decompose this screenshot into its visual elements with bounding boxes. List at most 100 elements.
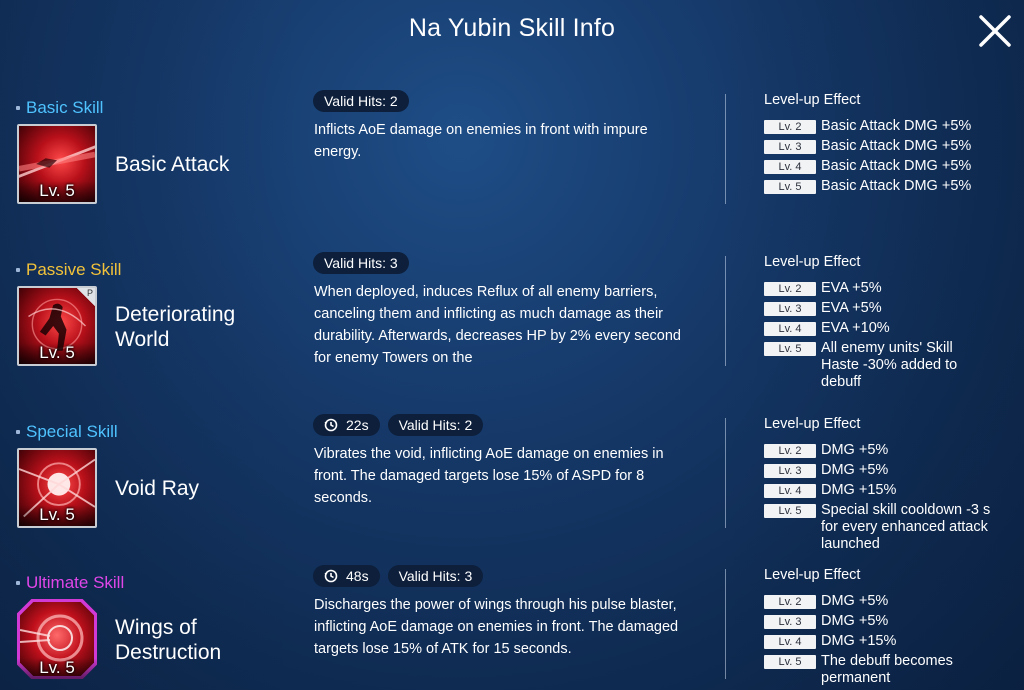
skill-level: Lv. 5	[19, 343, 95, 364]
effect-level-tag: Lv. 3	[764, 464, 816, 478]
skill-description[interactable]: When deployed, induces Reflux of all ene…	[314, 281, 694, 369]
effect-level-tag: Lv. 4	[764, 322, 816, 336]
effect-row: Lv. 3 Basic Attack DMG +5%	[764, 138, 1014, 155]
effect-text: DMG +5%	[821, 442, 889, 458]
level-up-heading: Level-up Effect	[764, 416, 861, 432]
page-title: Na Yubin Skill Info	[408, 14, 616, 42]
level-up-heading: Level-up Effect	[764, 567, 861, 583]
effect-row: Lv. 2 DMG +5%	[764, 442, 1014, 459]
level-up-effects: Lv. 2 EVA +5% Lv. 3 EVA +5% Lv. 4 EVA +10% …	[764, 280, 1014, 394]
level-up-effects: Lv. 2 Basic Attack DMG +5% Lv. 3 Basic Att…	[764, 118, 1014, 198]
effect-text: Basic Attack DMG +5%	[821, 138, 972, 154]
effect-level-tag: Lv. 5	[764, 342, 816, 356]
cooldown-pill: 22s	[313, 414, 380, 436]
divider	[725, 94, 726, 204]
effect-text: DMG +5%	[821, 593, 889, 609]
effect-level-tag: Lv. 4	[764, 160, 816, 174]
skill-level: Lv. 5	[19, 181, 95, 202]
effect-level-tag: Lv. 3	[764, 615, 816, 629]
effect-level-tag: Lv. 4	[764, 484, 816, 498]
effect-row: Lv. 4 DMG +15%	[764, 482, 1014, 499]
effect-text: DMG +15%	[821, 633, 897, 649]
effect-row: Lv. 3 EVA +5%	[764, 300, 1014, 317]
effect-text: EVA +10%	[821, 320, 890, 336]
cooldown-value: 48s	[346, 568, 369, 584]
valid-hits-pill: Valid Hits: 3	[313, 252, 409, 274]
divider	[725, 418, 726, 528]
effect-text: Basic Attack DMG +5%	[821, 178, 972, 194]
bullet-icon	[16, 581, 20, 585]
skill-name: Deteriorating World	[115, 303, 236, 351]
close-button[interactable]	[976, 12, 1014, 50]
effect-level-tag: Lv. 2	[764, 120, 816, 134]
effect-level-tag: Lv. 2	[764, 444, 816, 458]
cooldown-clock-icon	[324, 569, 338, 583]
effect-row: Lv. 2 DMG +5%	[764, 593, 1014, 610]
cooldown-pill: 48s	[313, 565, 380, 587]
effect-row: Lv. 4 Basic Attack DMG +5%	[764, 158, 1014, 175]
skill-category: Basic Skill	[16, 98, 103, 118]
skill-icon[interactable]: P Lv. 5	[17, 286, 97, 366]
effect-row: Lv. 3 DMG +5%	[764, 613, 1014, 630]
skill-icon[interactable]: Lv. 5	[17, 124, 97, 204]
skill-stats: Valid Hits: 3	[313, 252, 409, 274]
effect-level-tag: Lv. 5	[764, 504, 816, 518]
level-up-effects: Lv. 2 DMG +5% Lv. 3 DMG +5% Lv. 4 DMG +15% …	[764, 442, 1014, 556]
skill-description: Vibrates the void, inflicting AoE damage…	[314, 446, 664, 506]
effect-row: Lv. 5 Basic Attack DMG +5%	[764, 178, 1014, 195]
effect-text: DMG +5%	[821, 613, 889, 629]
skill-stats: Valid Hits: 2	[313, 90, 409, 112]
effect-level-tag: Lv. 2	[764, 595, 816, 609]
effect-text: Basic Attack DMG +5%	[821, 118, 972, 134]
effect-row: Lv. 5 All enemy units' Skill Haste -30% a…	[764, 340, 1014, 391]
skill-stats: 22s Valid Hits: 2	[313, 414, 484, 436]
effect-row: Lv. 4 EVA +10%	[764, 320, 1014, 337]
level-up-effects: Lv. 2 DMG +5% Lv. 3 DMG +5% Lv. 4 DMG +15% …	[764, 593, 1014, 690]
level-up-heading: Level-up Effect	[764, 92, 861, 108]
skill-category-label: Basic Skill	[26, 98, 104, 117]
skill-name: Wings of Destruction	[115, 616, 222, 664]
effect-level-tag: Lv. 5	[764, 655, 816, 669]
effect-text: The debuff becomes permanent	[821, 653, 953, 686]
cooldown-value: 22s	[346, 417, 369, 433]
divider	[725, 256, 726, 366]
cooldown-clock-icon	[324, 418, 338, 432]
effect-text: EVA +5%	[821, 280, 882, 296]
skill-level: Lv. 5	[19, 505, 95, 526]
valid-hits-pill: Valid Hits: 2	[313, 90, 409, 112]
effect-level-tag: Lv. 4	[764, 635, 816, 649]
skill-category: Passive Skill	[16, 260, 121, 280]
effect-text: Special skill cooldown -3 s for every en…	[821, 502, 991, 552]
valid-hits-pill: Valid Hits: 2	[387, 414, 484, 436]
effect-row: Lv. 4 DMG +15%	[764, 633, 1014, 650]
skill-name: Basic Attack	[115, 153, 230, 176]
effect-level-tag: Lv. 5	[764, 180, 816, 194]
skill-category-label: Special Skill	[26, 422, 118, 441]
skill-description: Inflicts AoE damage on enemies in front …	[314, 122, 648, 160]
skill-icon[interactable]: Lv. 5	[17, 599, 97, 679]
effect-row: Lv. 5 The debuff becomes permanent	[764, 653, 1014, 687]
effect-row: Lv. 2 EVA +5%	[764, 280, 1014, 297]
passive-badge: P	[77, 288, 95, 306]
divider	[725, 569, 726, 679]
skill-category-label: Passive Skill	[26, 260, 122, 279]
skill-category: Ultimate Skill	[16, 573, 124, 593]
effect-text: All enemy units' Skill Haste -30% added …	[821, 340, 958, 390]
effect-text: DMG +5%	[821, 462, 889, 478]
bullet-icon	[16, 430, 20, 434]
skill-name: Void Ray	[115, 477, 200, 500]
passive-badge-label: P	[86, 288, 93, 298]
effect-level-tag: Lv. 2	[764, 282, 816, 296]
skill-category: Special Skill	[16, 422, 118, 442]
effect-level-tag: Lv. 3	[764, 302, 816, 316]
close-icon	[979, 15, 1011, 47]
valid-hits-pill: Valid Hits: 3	[387, 565, 484, 587]
effect-text: DMG +15%	[821, 482, 897, 498]
skill-category-label: Ultimate Skill	[26, 573, 125, 592]
skill-stats: 48s Valid Hits: 3	[313, 565, 484, 587]
skill-level: Lv. 5	[17, 658, 97, 679]
skill-icon[interactable]: Lv. 5	[17, 448, 97, 528]
effect-row: Lv. 3 DMG +5%	[764, 462, 1014, 479]
skill-description: Discharges the power of wings through hi…	[314, 597, 679, 657]
effect-row: Lv. 5 Special skill cooldown -3 s for eve…	[764, 502, 1014, 553]
